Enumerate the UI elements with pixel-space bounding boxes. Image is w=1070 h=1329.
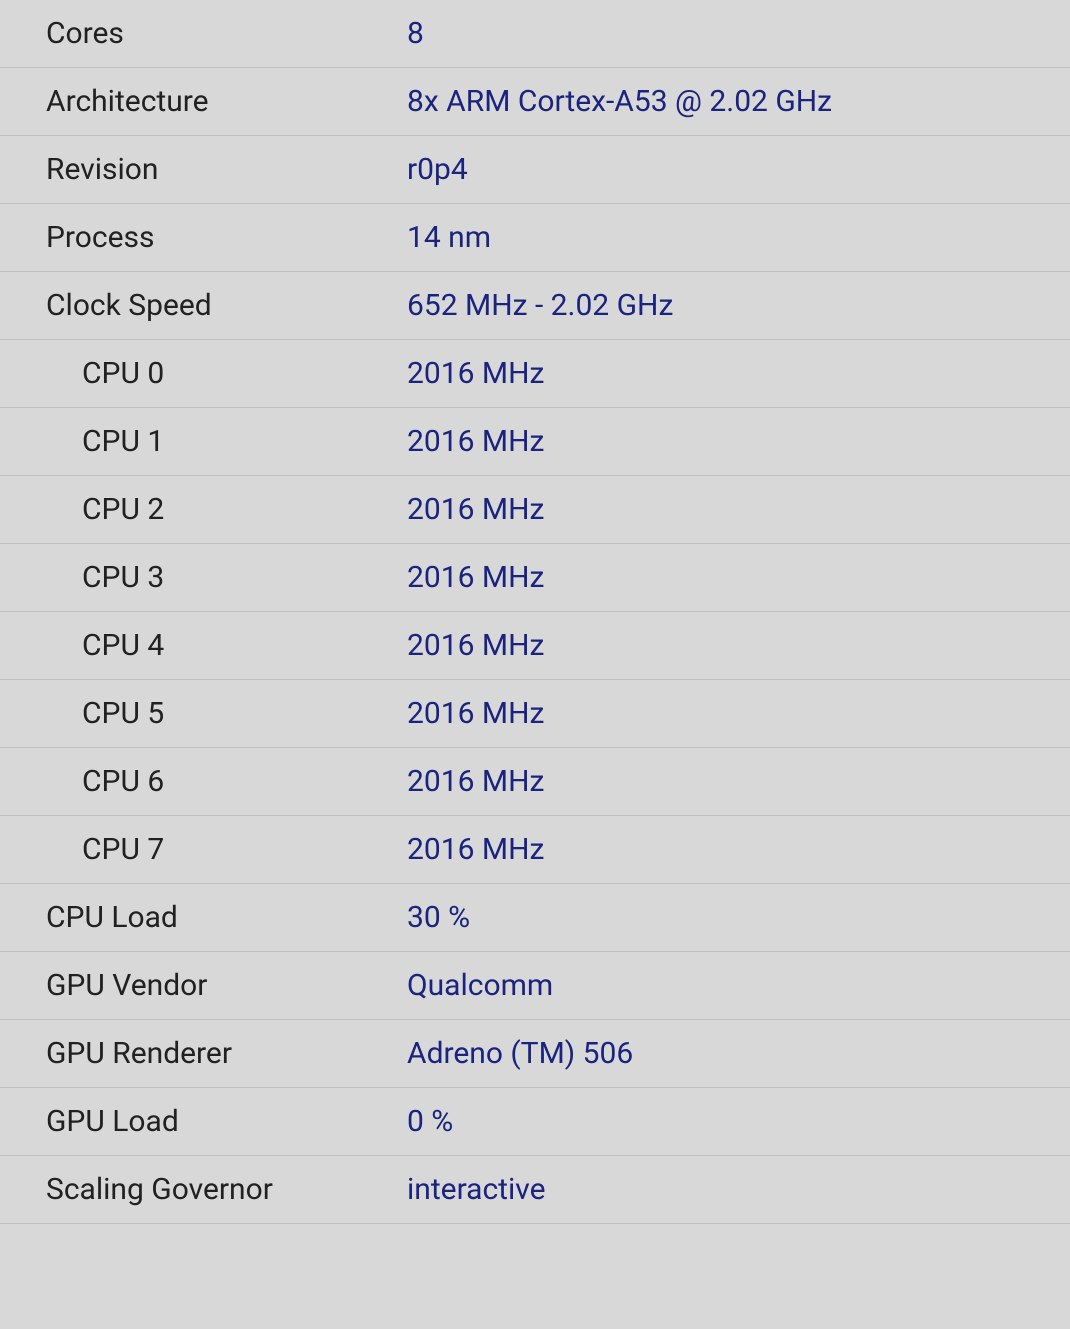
info-value: 0 % bbox=[407, 1104, 1070, 1139]
info-label: Clock Speed bbox=[0, 288, 407, 323]
info-label: CPU 7 bbox=[0, 832, 407, 867]
info-value: 652 MHz - 2.02 GHz bbox=[407, 288, 1070, 323]
info-row-cores[interactable]: Cores 8 bbox=[0, 0, 1070, 68]
info-label: Scaling Governor bbox=[0, 1172, 407, 1207]
info-row-cpu-3[interactable]: CPU 3 2016 MHz bbox=[0, 544, 1070, 612]
info-row-gpu-renderer[interactable]: GPU Renderer Adreno (TM) 506 bbox=[0, 1020, 1070, 1088]
info-label: Architecture bbox=[0, 84, 407, 119]
info-label: GPU Renderer bbox=[0, 1036, 407, 1071]
info-row-cpu-4[interactable]: CPU 4 2016 MHz bbox=[0, 612, 1070, 680]
info-value: 2016 MHz bbox=[407, 764, 1070, 799]
info-value: r0p4 bbox=[407, 152, 1070, 187]
info-row-cpu-0[interactable]: CPU 0 2016 MHz bbox=[0, 340, 1070, 408]
info-label: CPU 3 bbox=[0, 560, 407, 595]
info-label: Process bbox=[0, 220, 407, 255]
info-row-cpu-2[interactable]: CPU 2 2016 MHz bbox=[0, 476, 1070, 544]
info-row-cpu-1[interactable]: CPU 1 2016 MHz bbox=[0, 408, 1070, 476]
info-value: 2016 MHz bbox=[407, 424, 1070, 459]
info-value: 8x ARM Cortex-A53 @ 2.02 GHz bbox=[407, 84, 1070, 119]
info-row-cpu-5[interactable]: CPU 5 2016 MHz bbox=[0, 680, 1070, 748]
info-value: Qualcomm bbox=[407, 968, 1070, 1003]
info-value: 30 % bbox=[407, 900, 1070, 935]
info-value: 2016 MHz bbox=[407, 492, 1070, 527]
info-label: CPU 6 bbox=[0, 764, 407, 799]
info-row-gpu-load[interactable]: GPU Load 0 % bbox=[0, 1088, 1070, 1156]
info-value: 14 nm bbox=[407, 220, 1070, 255]
info-row-cpu-load[interactable]: CPU Load 30 % bbox=[0, 884, 1070, 952]
info-label: CPU 1 bbox=[0, 424, 407, 459]
info-label: CPU 2 bbox=[0, 492, 407, 527]
info-label: Revision bbox=[0, 152, 407, 187]
info-row-cpu-6[interactable]: CPU 6 2016 MHz bbox=[0, 748, 1070, 816]
info-row-cpu-7[interactable]: CPU 7 2016 MHz bbox=[0, 816, 1070, 884]
info-row-clock-speed[interactable]: Clock Speed 652 MHz - 2.02 GHz bbox=[0, 272, 1070, 340]
info-value: 2016 MHz bbox=[407, 356, 1070, 391]
info-value: 2016 MHz bbox=[407, 832, 1070, 867]
info-row-architecture[interactable]: Architecture 8x ARM Cortex-A53 @ 2.02 GH… bbox=[0, 68, 1070, 136]
info-label: CPU 5 bbox=[0, 696, 407, 731]
info-label: Cores bbox=[0, 16, 407, 51]
system-info-list: Cores 8 Architecture 8x ARM Cortex-A53 @… bbox=[0, 0, 1070, 1224]
info-label: CPU 4 bbox=[0, 628, 407, 663]
info-value: 2016 MHz bbox=[407, 696, 1070, 731]
info-row-gpu-vendor[interactable]: GPU Vendor Qualcomm bbox=[0, 952, 1070, 1020]
info-label: GPU Load bbox=[0, 1104, 407, 1139]
info-row-scaling-governor[interactable]: Scaling Governor interactive bbox=[0, 1156, 1070, 1224]
info-value: 8 bbox=[407, 16, 1070, 51]
info-value: interactive bbox=[407, 1172, 1070, 1207]
info-label: CPU Load bbox=[0, 900, 407, 935]
info-label: GPU Vendor bbox=[0, 968, 407, 1003]
info-row-revision[interactable]: Revision r0p4 bbox=[0, 136, 1070, 204]
info-row-process[interactable]: Process 14 nm bbox=[0, 204, 1070, 272]
info-value: Adreno (TM) 506 bbox=[407, 1036, 1070, 1071]
info-value: 2016 MHz bbox=[407, 628, 1070, 663]
info-value: 2016 MHz bbox=[407, 560, 1070, 595]
info-label: CPU 0 bbox=[0, 356, 407, 391]
